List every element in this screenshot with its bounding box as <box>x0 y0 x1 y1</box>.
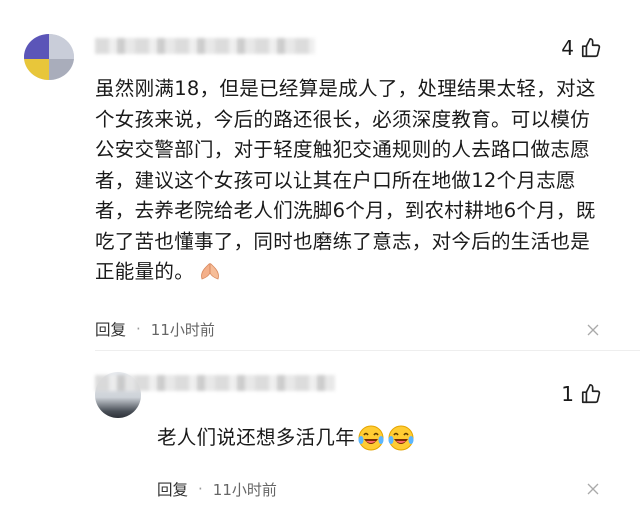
pray-emoji <box>198 260 222 280</box>
reply-reply-button[interactable]: 回复 <box>157 478 188 500</box>
comment-meta: 回复 · 11小时前 <box>95 318 215 340</box>
more-icon[interactable] <box>586 481 600 495</box>
reply-timestamp: 11小时前 <box>212 480 277 499</box>
comment-like-count: 4 <box>561 36 574 60</box>
reply-meta: 回复 · 11小时前 <box>157 478 277 500</box>
more-icon[interactable] <box>586 322 600 336</box>
replier-name-blurred[interactable] <box>95 375 335 391</box>
reply-like-count: 1 <box>561 382 574 406</box>
comment-body: 虽然刚满18，但是已经算是成人了，处理结果太轻，对这个女孩来说，今后的路还很长，… <box>95 74 605 288</box>
comment-timestamp: 11小时前 <box>150 320 215 339</box>
meta-separator: · <box>198 480 203 498</box>
meta-separator: · <box>136 320 141 338</box>
laughing-tears-emoji <box>357 424 385 452</box>
commenter-avatar[interactable] <box>24 34 74 80</box>
thumbs-up-icon <box>580 383 602 405</box>
comment-like-button[interactable]: 4 <box>561 36 602 60</box>
comment-divider <box>95 350 640 351</box>
reply-like-button[interactable]: 1 <box>561 382 602 406</box>
reply-text: 老人们说还想多活几年 <box>157 426 356 449</box>
commenter-name-blurred[interactable] <box>95 38 315 54</box>
comment-text: 虽然刚满18，但是已经算是成人了，处理结果太轻，对这个女孩来说，今后的路还很长，… <box>95 77 596 283</box>
thumbs-up-icon <box>580 37 602 59</box>
laughing-tears-emoji <box>387 424 415 452</box>
comment-reply-button[interactable]: 回复 <box>95 318 126 340</box>
reply-body: 老人们说还想多活几年 <box>157 424 415 452</box>
